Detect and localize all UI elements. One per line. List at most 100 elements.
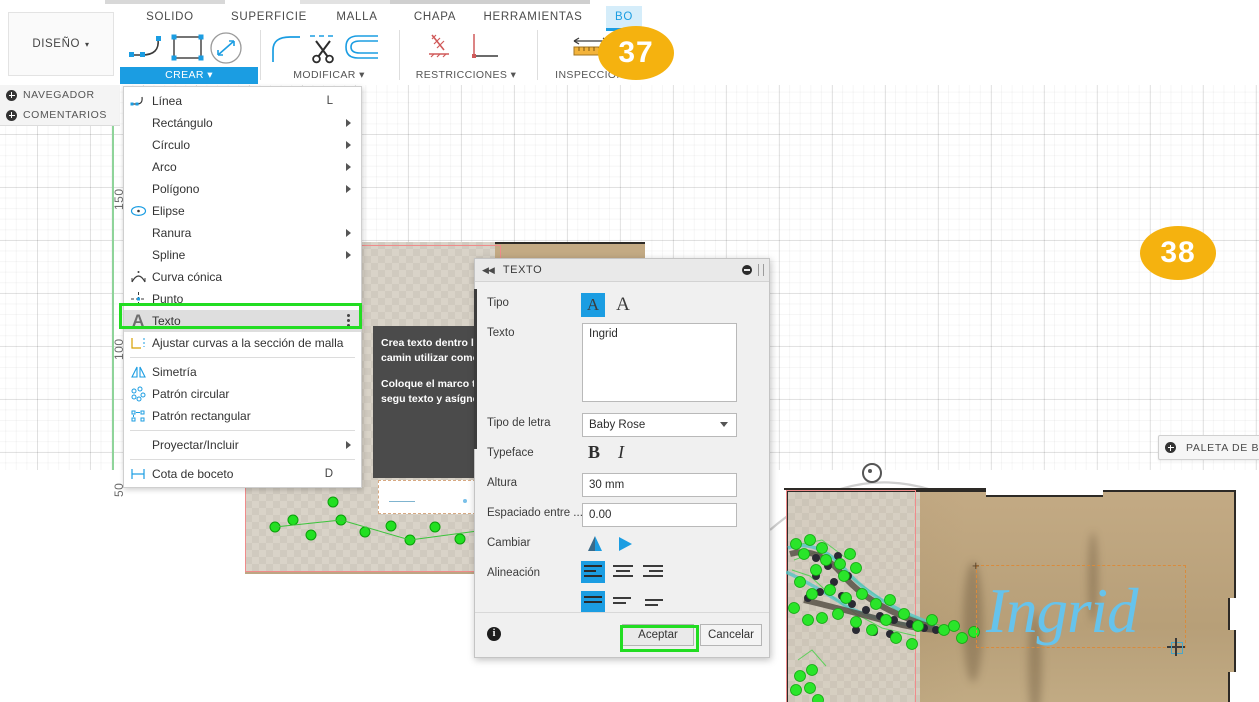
tab-solido[interactable]: SOLIDO (134, 6, 206, 28)
align-right-button[interactable] (641, 561, 665, 583)
alineacion-label: Alineación (487, 567, 541, 579)
align-middle-button[interactable] (611, 591, 635, 613)
tipo-label: Tipo (487, 297, 509, 309)
menu-item-circulo[interactable]: Círculo (124, 134, 361, 156)
flip-vertical-icon[interactable] (585, 534, 605, 554)
workspace-switcher-label: DISEÑO (32, 38, 81, 50)
align-bottom-button[interactable] (641, 591, 665, 613)
workspace-switcher-button[interactable]: DISEÑO ▾ (8, 12, 114, 76)
menu-item-label: Patrón rectangular (152, 409, 251, 423)
expand-plus-icon (1165, 442, 1176, 453)
menu-item-proyectar-incluir[interactable]: Proyectar/Incluir (124, 434, 361, 456)
cancel-button[interactable]: Cancelar (700, 624, 762, 646)
menu-item-label: Polígono (152, 182, 200, 196)
menu-item-ajustar-curvas[interactable]: Ajustar curvas a la sección de malla (124, 332, 361, 354)
menu-item-curva-conica[interactable]: Curva cónica (124, 266, 361, 288)
menu-item-label: Curva cónica (152, 270, 223, 284)
sketch-text[interactable]: Ingrid (986, 575, 1138, 648)
menu-item-poligono[interactable]: Polígono (124, 178, 361, 200)
menu-item-arco[interactable]: Arco (124, 156, 361, 178)
tab-chapa[interactable]: CHAPA (400, 6, 470, 28)
accept-button[interactable]: Aceptar (622, 624, 694, 646)
panel-crear: CREAR ▾ (120, 28, 261, 84)
crear-dropdown-menu[interactable]: Línea L Rectángulo Círculo Arco Polígono… (123, 86, 362, 488)
align-top-button[interactable] (581, 591, 605, 613)
fillet-icon[interactable] (268, 32, 304, 64)
menu-item-label: Arco (152, 160, 177, 174)
menu-item-spline[interactable]: Spline (124, 244, 361, 266)
chevron-down-icon: ▾ (510, 69, 517, 81)
collapse-left-icon[interactable]: ◀◀ (482, 265, 495, 276)
tab-boceto[interactable]: BO (606, 6, 642, 31)
menu-item-shortcut: D (324, 468, 333, 480)
expand-plus-icon[interactable] (6, 89, 17, 101)
menu-item-patron-rectangular[interactable]: Patrón rectangular (124, 405, 361, 427)
row-tipo: Tipo A A (475, 293, 769, 319)
menu-item-patron-circular[interactable]: Patrón circular (124, 383, 361, 405)
sidebar-item-navegador[interactable]: NAVEGADOR (0, 85, 120, 106)
arc-center-handle[interactable] (862, 463, 882, 483)
chevron-down-icon[interactable] (720, 422, 728, 427)
menu-item-label: Simetría (152, 365, 197, 379)
dialog-grip-handle[interactable] (758, 264, 764, 276)
panel-modificar: MODIFICAR ▾ (264, 28, 400, 84)
menu-item-elipse[interactable]: Elipse (124, 200, 361, 222)
dialog-title-bar[interactable]: ◀◀ TEXTO (475, 259, 769, 282)
dialog-footer: i Aceptar Cancelar (475, 612, 769, 657)
offset-icon[interactable] (344, 34, 384, 62)
menu-item-linea[interactable]: Línea L (124, 90, 361, 112)
row-espaciado: Espaciado entre ... 0.00 (475, 503, 769, 529)
vertical-dots-icon[interactable] (347, 314, 350, 328)
tab-superficie[interactable]: SUPERFICIE (220, 6, 318, 28)
arc-tool-icon[interactable] (128, 33, 170, 65)
tab-herramientas[interactable]: HERRAMIENTAS (478, 6, 588, 28)
menu-item-simetria[interactable]: Simetría (124, 361, 361, 383)
altura-input[interactable]: 30 mm (582, 473, 737, 497)
flip-horizontal-icon[interactable] (615, 534, 635, 554)
menu-item-cota-de-boceto[interactable]: Cota de boceto D (124, 463, 361, 485)
espaciado-input[interactable]: 0.00 (582, 503, 737, 527)
panel-crear-label[interactable]: CREAR ▾ (120, 67, 258, 84)
circle-ellipse-tool-icon[interactable] (208, 31, 244, 65)
panel-modificar-text: MODIFICAR (293, 69, 356, 81)
perpendicular-constraint-icon[interactable] (468, 32, 504, 64)
tab-malla[interactable]: MALLA (322, 6, 392, 28)
minimize-icon[interactable] (742, 265, 752, 275)
info-icon[interactable]: i (487, 627, 501, 641)
menu-item-ranura[interactable]: Ranura (124, 222, 361, 244)
tipo-outline-button[interactable]: A (611, 293, 635, 317)
expand-plus-icon[interactable] (6, 109, 17, 121)
chevron-down-icon: ▾ (85, 39, 90, 49)
sketch-palette-toggle[interactable]: PALETA DE BOC (1158, 435, 1259, 460)
panel-restricciones-label[interactable]: RESTRICCIONES ▾ (400, 67, 532, 84)
tipo-filled-button[interactable]: A (581, 293, 605, 317)
trim-scissors-icon[interactable] (306, 31, 342, 65)
wood-board-model[interactable]: + Ingrid (770, 455, 1250, 702)
bold-button[interactable]: B (588, 442, 600, 463)
italic-button[interactable]: I (618, 442, 624, 463)
align-left-button[interactable] (581, 561, 605, 583)
menu-item-rectangulo[interactable]: Rectángulo (124, 112, 361, 134)
line-icon (130, 96, 143, 106)
move-manipulator-icon[interactable] (1167, 638, 1185, 656)
fix-constraint-icon[interactable] (426, 32, 460, 64)
rectangle-tool-icon[interactable] (170, 32, 208, 64)
text-a-icon: A (132, 311, 145, 330)
chevron-down-icon: ▾ (359, 69, 365, 81)
menu-divider (130, 459, 355, 460)
espaciado-label: Espaciado entre ... (487, 507, 583, 519)
menu-item-label: Elipse (152, 204, 185, 218)
sidebar-item-label: COMENTARIOS (23, 109, 107, 121)
sidebar-item-comentarios[interactable]: COMENTARIOS (0, 105, 120, 126)
menu-item-label: Rectángulo (152, 116, 213, 130)
panel-modificar-label[interactable]: MODIFICAR ▾ (264, 67, 394, 84)
menu-item-texto[interactable]: A Texto (124, 310, 361, 332)
menu-item-punto[interactable]: Punto (124, 288, 361, 310)
texto-input[interactable]: Ingrid (582, 323, 737, 402)
chevron-right-icon (346, 119, 351, 127)
texto-dialog[interactable]: ◀◀ TEXTO Tipo A A Texto Ingrid Tipo de l… (474, 258, 770, 658)
align-center-button[interactable] (611, 561, 635, 583)
tipo-de-letra-select[interactable]: Baby Rose (582, 413, 737, 437)
canvas-vertical-axis (112, 85, 114, 470)
spline-point-cloud[interactable] (786, 510, 986, 702)
